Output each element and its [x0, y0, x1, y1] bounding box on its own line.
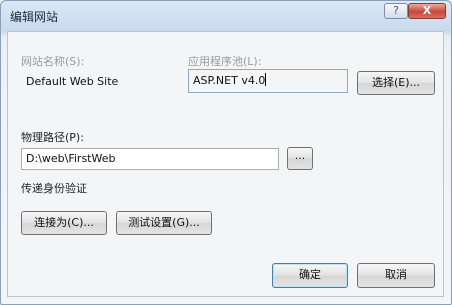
browse-path-button[interactable]: ... [287, 147, 313, 170]
physical-path-label: 物理路径(P): [21, 131, 84, 144]
site-name-label: 网站名称(S): [21, 55, 85, 68]
connect-as-button[interactable]: 连接为(C)... [21, 211, 107, 235]
app-pool-value: ASP.NET v4.0 [193, 74, 266, 87]
text-caret [265, 73, 267, 86]
title-bar[interactable]: 编辑网站 ? X [1, 1, 451, 31]
cancel-button[interactable]: 取消 [357, 263, 435, 288]
test-settings-button[interactable]: 测试设置(G)... [116, 211, 212, 235]
physical-path-input[interactable]: D:\web\FirstWeb [21, 148, 279, 170]
close-button[interactable]: X [408, 3, 446, 19]
ok-button[interactable]: 确定 [272, 263, 348, 288]
select-app-pool-button[interactable]: 选择(E)... [357, 71, 435, 95]
app-pool-label: 应用程序池(L): [188, 55, 262, 68]
app-pool-field: ASP.NET v4.0 [188, 69, 348, 93]
dialog-body: 网站名称(S): Default Web Site 应用程序池(L): ASP.… [7, 31, 444, 297]
site-name-field: Default Web Site [21, 71, 181, 93]
edit-site-dialog: 编辑网站 ? X 网站名称(S): Default Web Site 应用程序池… [0, 0, 452, 305]
help-button[interactable]: ? [384, 3, 408, 19]
pass-through-auth-label: 传递身份验证 [21, 182, 87, 195]
dialog-title: 编辑网站 [10, 10, 59, 24]
